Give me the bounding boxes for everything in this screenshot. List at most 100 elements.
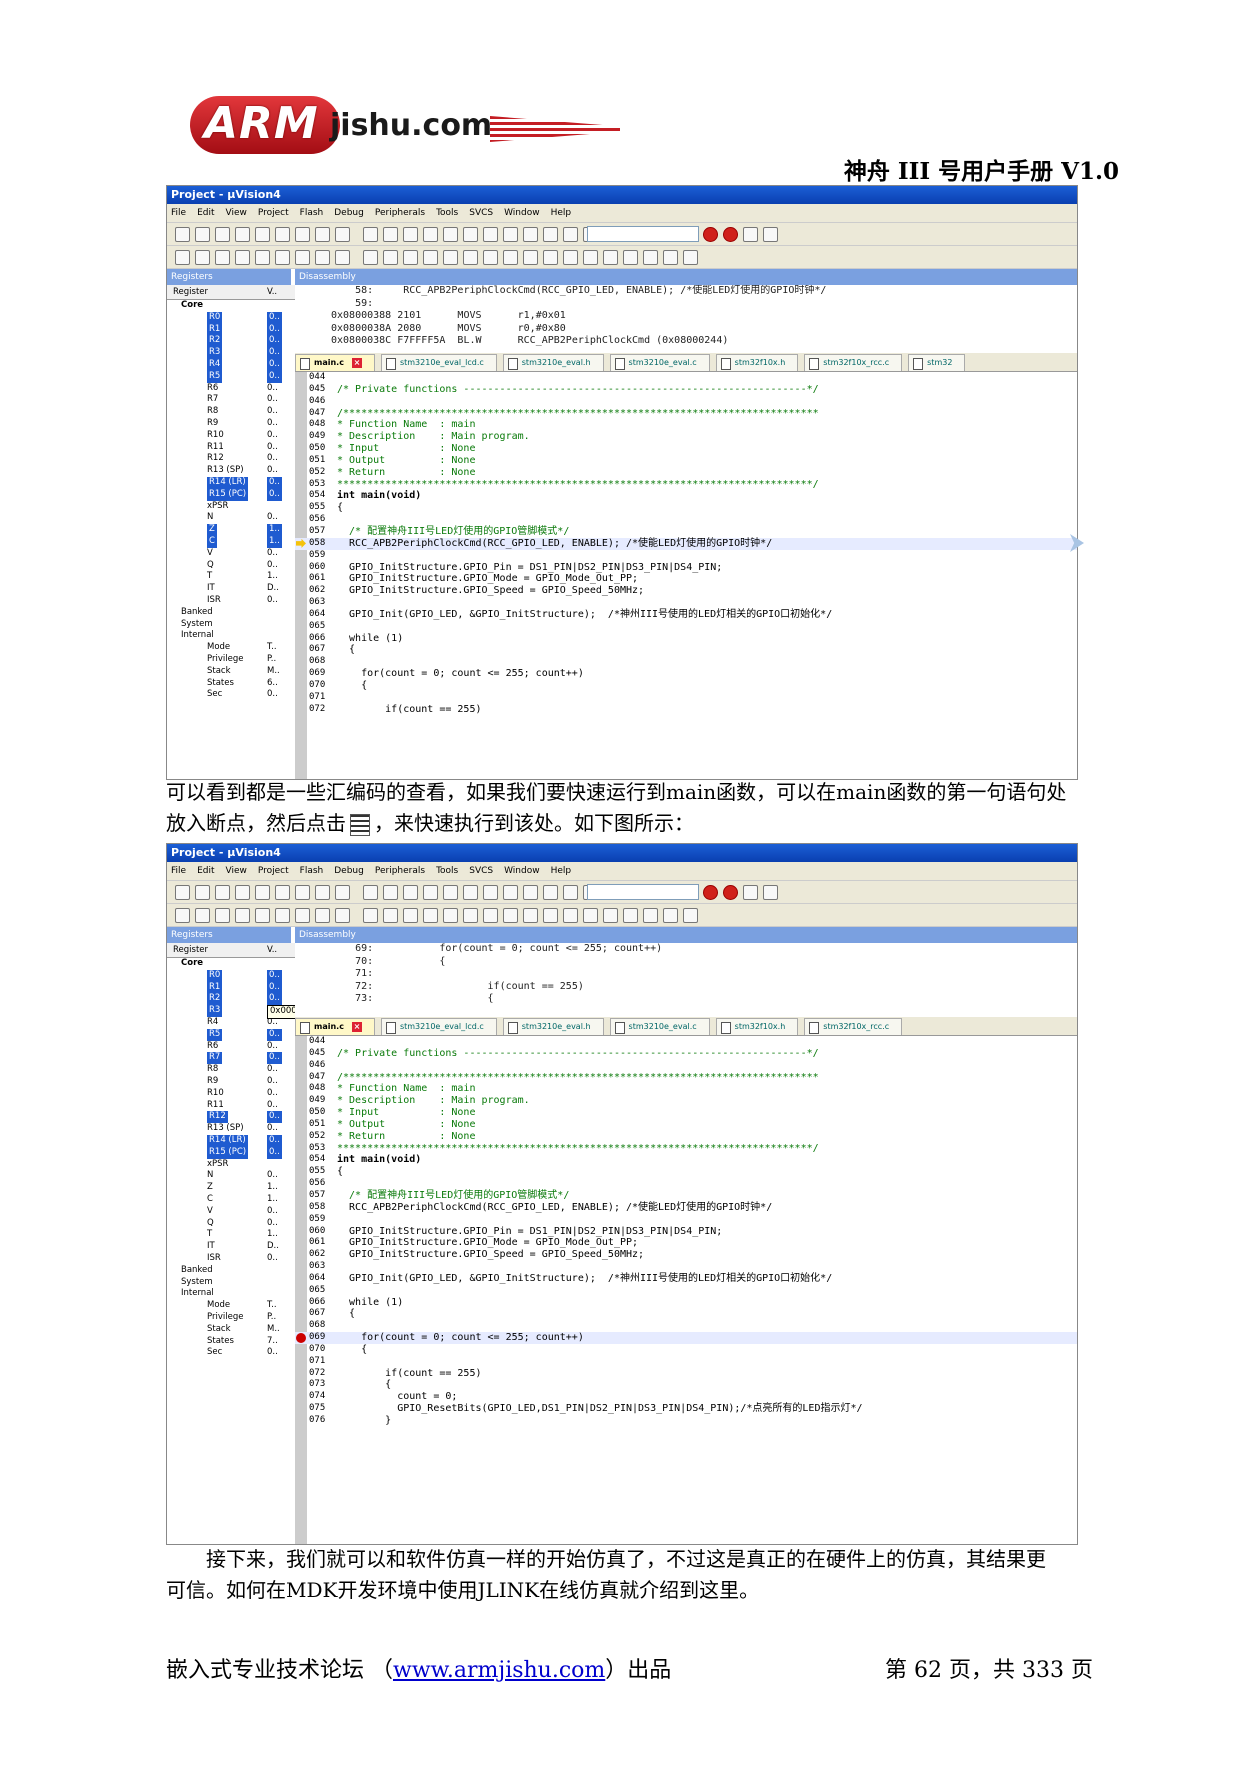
toolbar-button-icon[interactable]: [663, 250, 678, 265]
toolbar-button-icon[interactable]: [603, 908, 618, 923]
menu-item-project[interactable]: Project: [258, 866, 289, 876]
register-row[interactable]: Mode T..: [167, 1300, 295, 1312]
toolbar-button-icon[interactable]: [423, 885, 438, 900]
register-row[interactable]: Sec 0..: [167, 1347, 295, 1359]
toolbar-button-icon[interactable]: [523, 885, 538, 900]
register-row[interactable]: R14 (LR) 0..: [167, 476, 295, 489]
register-row[interactable]: R0 0..: [167, 969, 295, 982]
toolbar-button-icon[interactable]: [235, 885, 250, 900]
toolbar-button-icon[interactable]: [683, 908, 698, 923]
code-line[interactable]: 059: [295, 550, 1077, 562]
code-editor[interactable]: 044 045 /* Private functions -------------…: [295, 372, 1077, 779]
toolbar-button-icon[interactable]: [383, 250, 398, 265]
toolbar-button-icon[interactable]: [295, 250, 310, 265]
code-line[interactable]: 055 {: [295, 1166, 1077, 1178]
code-line[interactable]: 054 int main(void): [295, 490, 1077, 502]
code-line[interactable]: 075 GPIO_ResetBits(GPIO_LED,DS1_PIN|DS2_…: [295, 1403, 1077, 1415]
menu-item-flash[interactable]: Flash: [300, 208, 324, 218]
toolbar-button-icon[interactable]: [743, 885, 758, 900]
code-line[interactable]: 058 RCC_APB2PeriphClockCmd(RCC_GPIO_LED,…: [295, 537, 1077, 550]
toolbar-button-icon[interactable]: [175, 885, 190, 900]
toolbar-button-icon[interactable]: [383, 885, 398, 900]
register-row[interactable]: R12 0..: [167, 1111, 295, 1124]
register-row[interactable]: R10 0..: [167, 1088, 295, 1100]
toolbar-button-icon[interactable]: [275, 908, 290, 923]
toolbar-button-icon[interactable]: [503, 227, 518, 242]
editor-tab[interactable]: stm3210e_eval_lcd.c: [380, 1018, 497, 1035]
toolbar-button-icon[interactable]: [703, 885, 718, 900]
editor-tab[interactable]: stm3210e_eval.c: [609, 354, 710, 371]
menu-item-project[interactable]: Project: [258, 208, 289, 218]
toolbar-button-icon[interactable]: [463, 227, 478, 242]
toolbar-button-icon[interactable]: [363, 250, 378, 265]
register-row[interactable]: xPSR: [167, 501, 295, 513]
register-row[interactable]: R11 0..: [167, 442, 295, 454]
register-row[interactable]: Banked: [167, 1265, 295, 1277]
menu-item-file[interactable]: File: [171, 208, 186, 218]
register-row[interactable]: R3 0x00008000: [167, 1005, 295, 1019]
disassembly-view[interactable]: 58: RCC_APB2PeriphClockCmd(RCC_GPIO_LED,…: [295, 285, 1077, 353]
toolbar-button-icon[interactable]: [255, 908, 270, 923]
code-line[interactable]: 053 *************************************…: [295, 479, 1077, 491]
editor-tab[interactable]: main.c ×: [295, 354, 375, 371]
register-row[interactable]: R6 0..: [167, 1041, 295, 1053]
editor-tab[interactable]: stm3210e_eval.c: [609, 1018, 710, 1035]
toolbar-button-icon[interactable]: [523, 250, 538, 265]
menu-item-help[interactable]: Help: [551, 866, 572, 876]
toolbar-button-icon[interactable]: [443, 908, 458, 923]
code-line[interactable]: 065: [295, 621, 1077, 633]
register-row[interactable]: R2 0..: [167, 335, 295, 348]
toolbar-button-icon[interactable]: [543, 250, 558, 265]
code-line[interactable]: 051 * Output : None: [295, 455, 1077, 467]
toolbar-button-icon[interactable]: [383, 908, 398, 923]
toolbar-button-icon[interactable]: [423, 908, 438, 923]
register-row[interactable]: R4 0..: [167, 358, 295, 371]
toolbar-button-icon[interactable]: [663, 908, 678, 923]
toolbar-button-icon[interactable]: [195, 227, 210, 242]
register-row[interactable]: R9 0..: [167, 1076, 295, 1088]
editor-tab[interactable]: stm32f10x_rcc.c: [804, 1018, 903, 1035]
toolbar-button-icon[interactable]: [235, 227, 250, 242]
toolbar-button-icon[interactable]: [523, 908, 538, 923]
code-line[interactable]: 056: [295, 514, 1077, 526]
toolbar-button-icon[interactable]: [215, 885, 230, 900]
register-row[interactable]: N 0..: [167, 1170, 295, 1182]
toolbar-button-icon[interactable]: [503, 250, 518, 265]
toolbar-button-icon[interactable]: [295, 227, 310, 242]
toolbar-button-icon[interactable]: [275, 885, 290, 900]
editor-tab[interactable]: stm3210e_eval.h: [502, 354, 604, 371]
menu-item-file[interactable]: File: [171, 866, 186, 876]
register-row[interactable]: States 6..: [167, 678, 295, 690]
menu-item-peripherals[interactable]: Peripherals: [375, 866, 425, 876]
register-row[interactable]: R5 0..: [167, 1028, 295, 1041]
register-row[interactable]: N 0..: [167, 512, 295, 524]
toolbar-button-icon[interactable]: [215, 250, 230, 265]
toolbar-button-icon[interactable]: [255, 250, 270, 265]
toolbar-button-icon[interactable]: [383, 227, 398, 242]
toolbar-button-icon[interactable]: [423, 250, 438, 265]
code-line[interactable]: 076 }: [295, 1415, 1077, 1427]
code-line[interactable]: 058 RCC_APB2PeriphClockCmd(RCC_GPIO_LED,…: [295, 1202, 1077, 1214]
register-row[interactable]: R1 0..: [167, 323, 295, 336]
editor-tab[interactable]: main.c ×: [295, 1018, 375, 1035]
editor-tab[interactable]: stm32f10x.h: [715, 354, 799, 371]
toolbar-button-icon[interactable]: [335, 250, 350, 265]
editor-tab[interactable]: stm3210e_eval.h: [502, 1018, 604, 1035]
toolbar-button-icon[interactable]: [463, 885, 478, 900]
toolbar-button-icon[interactable]: [643, 908, 658, 923]
toolbar-button-icon[interactable]: [683, 250, 698, 265]
code-line[interactable]: 063: [295, 597, 1077, 609]
code-line[interactable]: 064 GPIO_Init(GPIO_LED, &GPIO_InitStruct…: [295, 609, 1077, 621]
register-row[interactable]: T 1..: [167, 1229, 295, 1241]
toolbar-button-icon[interactable]: [315, 885, 330, 900]
toolbar-button-icon[interactable]: [543, 227, 558, 242]
code-line[interactable]: 049 * Description : Main program.: [295, 1095, 1077, 1107]
breakpoint-icon[interactable]: [296, 1333, 306, 1344]
code-line[interactable]: 059: [295, 1214, 1077, 1226]
code-line[interactable]: 071: [295, 692, 1077, 704]
register-row[interactable]: R10 0..: [167, 430, 295, 442]
code-line[interactable]: 073 {: [295, 1379, 1077, 1391]
register-row[interactable]: Privilege P..: [167, 654, 295, 666]
toolbar-button-icon[interactable]: [583, 908, 598, 923]
toolbar-button-icon[interactable]: [723, 227, 738, 242]
